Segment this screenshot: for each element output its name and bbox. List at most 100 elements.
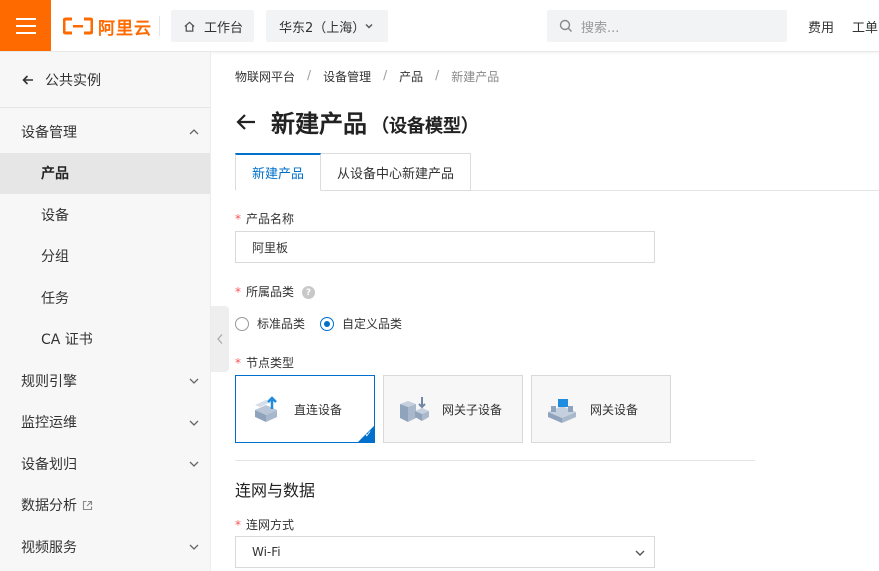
radio-circle-selected[interactable] [320,316,335,331]
aliyun-logo[interactable]: 阿里云 [63,14,152,39]
sidebar-item-ca-cert[interactable]: CA 证书 [0,319,210,361]
radio-custom-category[interactable]: 自定义品类 [320,315,402,332]
billing-link[interactable]: 费用 [808,17,834,36]
workbench-button[interactable]: 工作台 [171,10,254,42]
radio-standard-category[interactable]: 标准品类 [235,315,305,332]
network-value: Wi-Fi [252,545,281,559]
required-mark: * [235,518,241,532]
node-type-label: * 节点类型 [235,354,294,371]
page-subtitle: （设备模型） [371,116,479,137]
search-icon [559,19,572,32]
workbench-label: 工作台 [204,20,244,36]
sidebar-item-data-analysis[interactable]: 数据分析 [0,485,210,527]
sidebar-collapse-handle[interactable] [211,306,229,372]
sidebar-item-monitoring[interactable]: 监控运维 [0,402,210,444]
section-title: 连网与数据 [235,481,316,500]
product-name-field[interactable]: 阿里板 [235,231,655,263]
sidebar-item-device[interactable]: 设备 [0,194,210,236]
chevron-down-icon [365,24,373,29]
sidebar: 公共实例 设备管理 产品 设备 分组 任务 CA 证书 规则引擎 监控运维 设备… [0,52,211,571]
sidebar-item-label: 视频服务 [21,539,77,556]
help-icon[interactable]: ? [302,286,316,299]
chevron-down-icon [635,550,645,556]
chevron-up-icon [189,129,199,135]
category-radio-group: 标准品类 自定义品类 [235,315,402,332]
check-icon: ✓ [364,430,372,440]
tab-from-device-center[interactable]: 从设备中心新建产品 [321,153,472,191]
breadcrumb-separator: / [435,68,440,82]
section-divider [235,460,755,461]
chevron-down-icon [189,378,199,384]
gateway-sub-device-icon [400,397,429,422]
sidebar-item-label: CA 证书 [41,332,93,349]
required-mark: * [235,356,241,370]
chevron-down-icon [189,420,199,426]
node-card-direct-device[interactable]: 直连设备 ✓ [235,375,375,443]
sidebar-item-device-management[interactable]: 设备管理 [0,111,210,153]
aliyun-logo-icon [63,17,93,35]
breadcrumb-item[interactable]: 设备管理 [323,68,371,85]
logo-text: 阿里云 [98,18,152,39]
sidebar-item-label: 规则引擎 [21,373,77,390]
required-mark: * [235,285,241,299]
sidebar-back-label: 公共实例 [45,72,101,89]
sidebar-item-label: 设备 [41,207,69,224]
breadcrumb-item[interactable]: 产品 [399,68,423,85]
gateway-device-icon [548,399,576,423]
back-arrow-icon[interactable] [235,112,257,132]
region-selector[interactable]: 华东2（上海） [266,10,388,42]
menu-icon[interactable] [0,0,51,51]
search-placeholder: 搜索... [581,20,620,36]
network-select[interactable]: Wi-Fi [235,536,655,568]
field-label: 所属品类 [246,285,295,299]
home-icon [184,20,195,32]
node-card-gateway-sub-device[interactable]: 网关子设备 [383,375,523,443]
sidebar-item-task[interactable]: 任务 [0,277,210,319]
required-mark: * [235,212,241,226]
node-card-label: 直连设备 [294,402,343,417]
radio-label: 标准品类 [257,317,306,331]
category-label: * 所属品类? [235,283,316,300]
arrow-left-icon [22,74,33,85]
sidebar-item-label: 设备划归 [21,456,77,473]
sidebar-item-label: 分组 [41,249,69,266]
sidebar-item-label: 任务 [41,290,69,307]
node-card-label: 网关子设备 [442,402,503,417]
network-label: * 连网方式 [235,516,294,533]
radio-circle[interactable] [235,316,249,331]
sidebar-back-button[interactable]: 公共实例 [0,52,210,108]
radio-label: 自定义品类 [342,317,403,331]
node-card-label: 网关设备 [590,402,639,417]
breadcrumb-separator: / [307,68,312,82]
sidebar-item-rule-engine[interactable]: 规则引擎 [0,360,210,402]
tabs: 新建产品 从设备中心新建产品 [235,153,472,191]
sidebar-item-label: 监控运维 [21,415,77,432]
sidebar-item-device-assign[interactable]: 设备划归 [0,443,210,485]
page-title: 新建产品 [271,110,367,138]
sidebar-item-group[interactable]: 分组 [0,236,210,278]
sidebar-item-label: 产品 [41,166,69,183]
breadcrumb-item[interactable]: 物联网平台 [235,68,295,85]
field-label: 产品名称 [246,212,295,226]
field-label: 节点类型 [246,356,295,370]
search-input[interactable]: 搜索... [547,10,787,42]
region-label: 华东2（上海） [279,20,366,36]
breadcrumb-current: 新建产品 [451,70,500,84]
page-title-row: 新建产品 （设备模型） [271,104,479,139]
external-link-icon [82,500,93,510]
divider [159,16,160,36]
top-bar: 阿里云 工作台 华东2（上海） 搜索... 费用 工单 [0,0,879,52]
sidebar-item-video-service[interactable]: 视频服务 [0,526,210,568]
breadcrumb-separator: / [383,68,388,82]
tab-new-product[interactable]: 新建产品 [235,153,322,191]
chevron-left-icon [217,334,223,344]
ticket-link[interactable]: 工单 [852,17,878,36]
chevron-down-icon [189,544,199,550]
breadcrumb: 物联网平台 / 设备管理 / 产品 / 新建产品 [235,68,499,85]
node-card-gateway-device[interactable]: 网关设备 [531,375,671,443]
direct-device-icon [255,396,277,422]
sidebar-item-label: 设备管理 [21,124,77,141]
sidebar-item-product[interactable]: 产品 [0,152,210,194]
product-name-label: * 产品名称 [235,210,294,227]
sidebar-item-label: 数据分析 [21,498,77,515]
